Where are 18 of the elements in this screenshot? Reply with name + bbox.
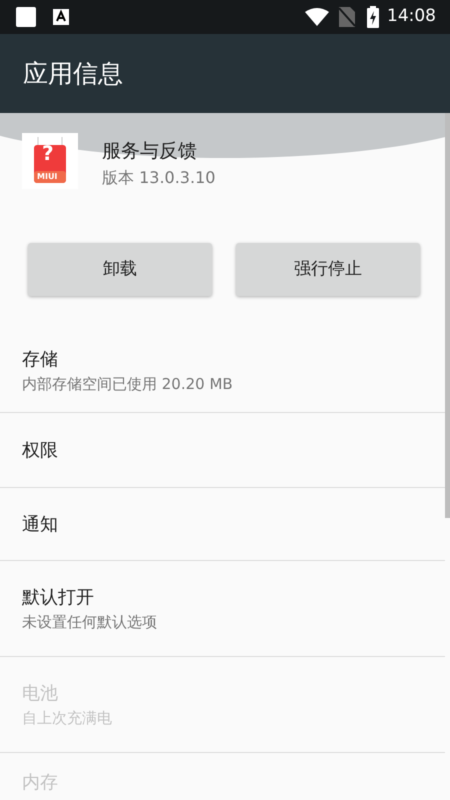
settings-item: 内存 bbox=[0, 753, 445, 800]
app-icon: ? MIUI bbox=[22, 133, 78, 189]
toolbar-title: 应用信息 bbox=[23, 58, 123, 90]
notification-icon bbox=[16, 7, 36, 27]
wifi-icon bbox=[305, 8, 329, 26]
clock-time: 14:08 bbox=[387, 5, 436, 28]
settings-item[interactable]: 存储 内部存储空间已使用 20.20 MB bbox=[0, 330, 445, 413]
action-button[interactable]: 强行停止 bbox=[236, 243, 420, 296]
no-sim-icon bbox=[339, 7, 355, 27]
settings-item[interactable]: 默认打开 未设置任何默认选项 bbox=[0, 561, 445, 657]
battery-charging-icon bbox=[367, 6, 379, 28]
app-name: 服务与反馈 bbox=[102, 139, 198, 164]
settings-item[interactable]: 权限 bbox=[0, 413, 445, 488]
settings-item[interactable]: 通知 bbox=[0, 488, 445, 561]
app-version: 版本 13.0.3.10 bbox=[102, 166, 216, 188]
action-button[interactable]: 卸载 bbox=[28, 243, 212, 296]
settings-item: 电池 自上次充满电 bbox=[0, 657, 445, 753]
keyboard-icon bbox=[53, 9, 69, 25]
